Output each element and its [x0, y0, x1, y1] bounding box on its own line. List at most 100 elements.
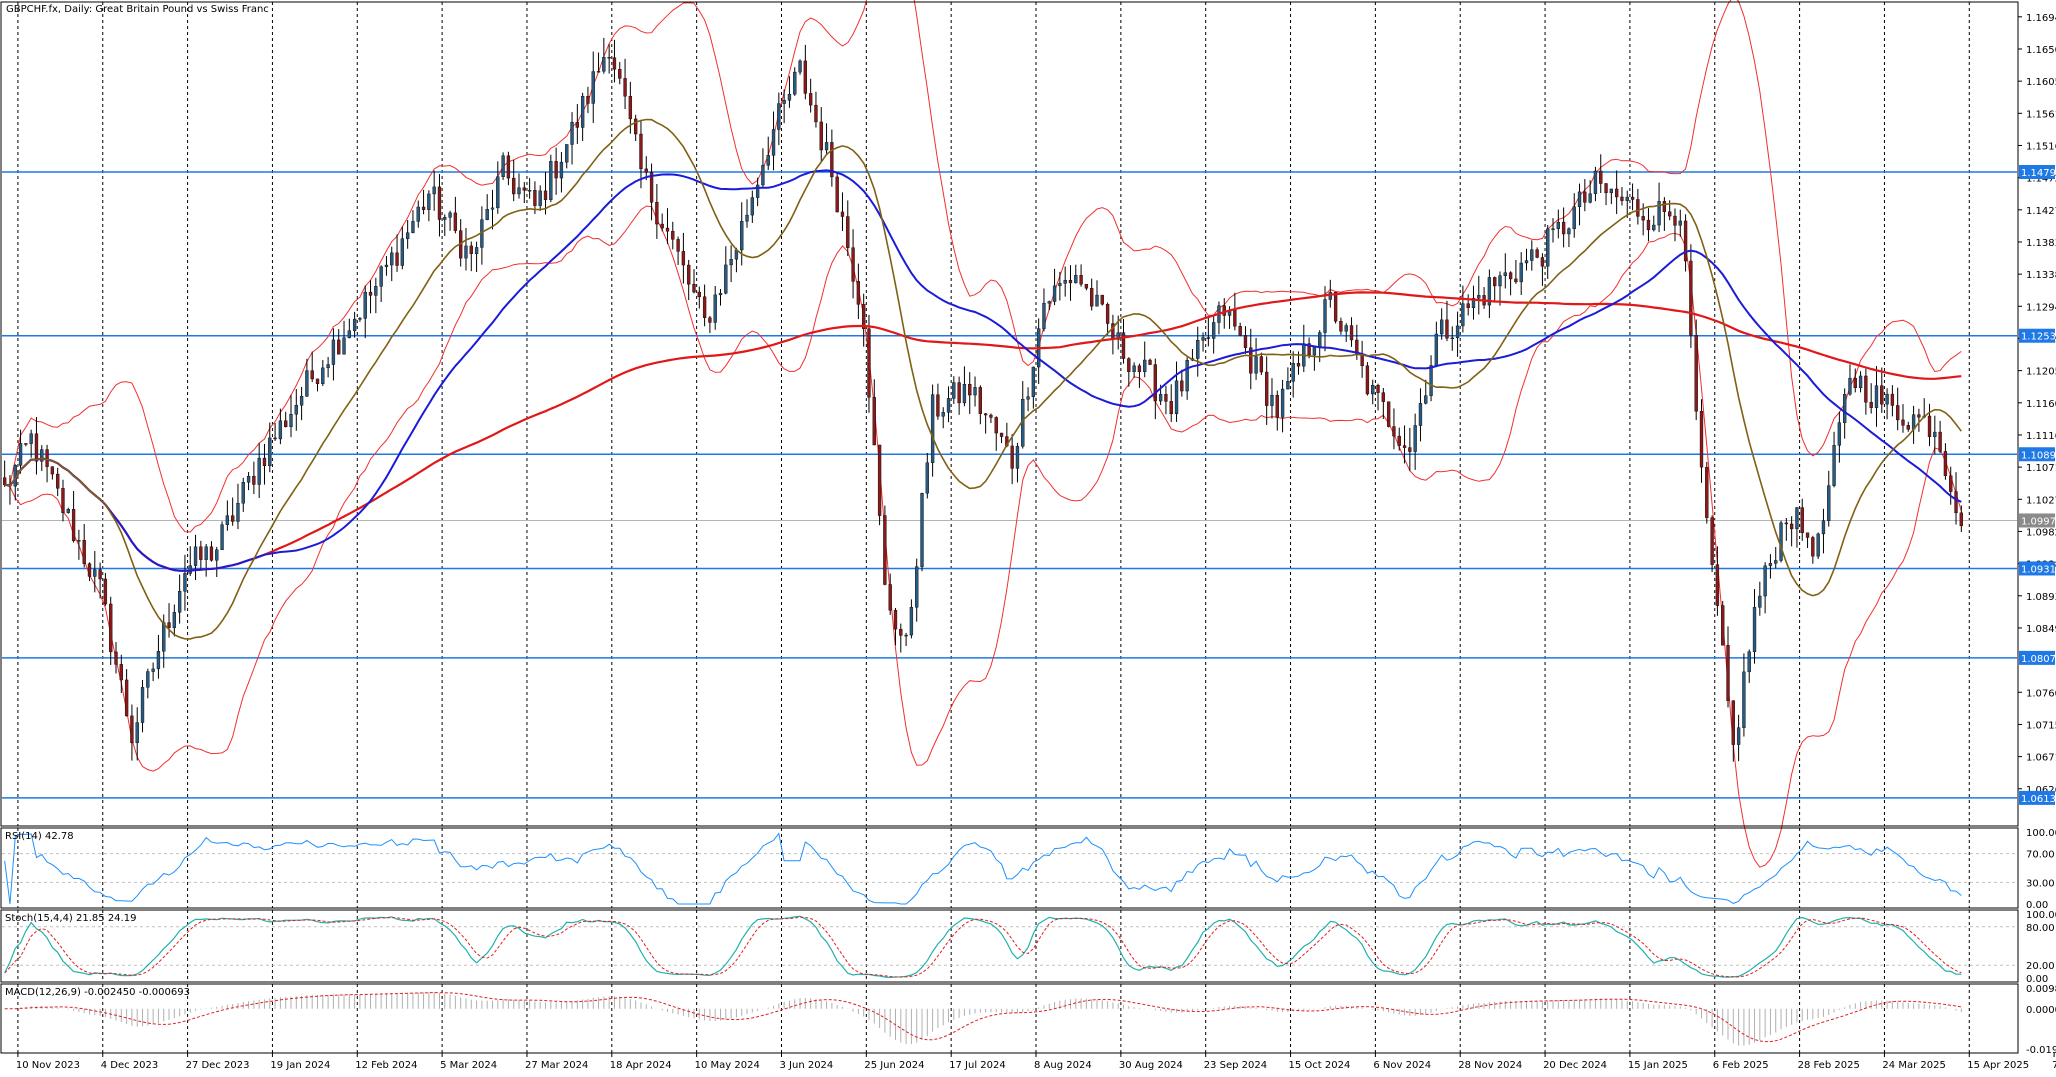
candle-body[interactable]: [745, 214, 749, 222]
candle-body[interactable]: [432, 186, 436, 195]
candle-body[interactable]: [464, 245, 468, 259]
candle-body[interactable]: [379, 266, 383, 287]
candle-body[interactable]: [777, 103, 781, 130]
candle-body[interactable]: [1577, 191, 1582, 208]
candle-body[interactable]: [1630, 196, 1635, 200]
candle-body[interactable]: [151, 668, 155, 672]
candle-body[interactable]: [268, 437, 272, 467]
candle-body[interactable]: [1259, 356, 1264, 373]
candle-body[interactable]: [856, 281, 861, 305]
candle-body[interactable]: [1132, 365, 1136, 372]
candle-body[interactable]: [1418, 403, 1423, 426]
candle-body[interactable]: [1837, 422, 1842, 446]
candle-body[interactable]: [554, 161, 558, 179]
candle-body[interactable]: [1620, 196, 1624, 201]
candle-body[interactable]: [1291, 362, 1295, 382]
candle-body[interactable]: [1954, 491, 1958, 514]
candle-body[interactable]: [957, 382, 961, 404]
candle-body[interactable]: [172, 612, 176, 628]
candle-body[interactable]: [1381, 392, 1385, 402]
candle-body[interactable]: [1731, 700, 1735, 745]
candle-body[interactable]: [1286, 381, 1290, 390]
candle-body[interactable]: [294, 404, 298, 415]
candle-body[interactable]: [840, 211, 845, 217]
candle-body[interactable]: [1174, 380, 1179, 415]
candle-body[interactable]: [851, 247, 855, 282]
candle-body[interactable]: [443, 217, 447, 220]
candle-body[interactable]: [124, 679, 129, 717]
candle-body[interactable]: [1413, 425, 1417, 452]
candle-body[interactable]: [326, 364, 330, 369]
candle-body[interactable]: [787, 93, 792, 101]
candle-body[interactable]: [1153, 364, 1157, 402]
candle-body[interactable]: [1222, 305, 1226, 316]
chart-canvas[interactable]: 1.16945 1.16500 1.16055 1.15610 1.15165 1.147…: [0, 0, 2056, 1073]
candle-body[interactable]: [177, 591, 182, 613]
candle-body[interactable]: [968, 384, 972, 396]
candle-body[interactable]: [1853, 377, 1857, 389]
candle-body[interactable]: [395, 252, 399, 266]
candle-body[interactable]: [411, 221, 415, 233]
candle-body[interactable]: [24, 443, 28, 445]
candle-body[interactable]: [1959, 512, 1963, 527]
candle-body[interactable]: [915, 566, 919, 608]
candle-body[interactable]: [1774, 560, 1778, 564]
candle-body[interactable]: [162, 622, 166, 652]
candle-body[interactable]: [225, 515, 230, 525]
candle-body[interactable]: [1556, 221, 1560, 229]
candle-body[interactable]: [321, 367, 325, 384]
candle-body[interactable]: [193, 546, 198, 566]
candle-body[interactable]: [671, 230, 675, 240]
candle-body[interactable]: [1079, 275, 1083, 285]
candle-body[interactable]: [1572, 206, 1576, 229]
candle-body[interactable]: [1843, 393, 1847, 423]
candle-body[interactable]: [231, 515, 235, 522]
candle-body[interactable]: [586, 96, 590, 104]
candle-body[interactable]: [1105, 304, 1110, 324]
candle-body[interactable]: [570, 122, 574, 145]
candle-body[interactable]: [1270, 394, 1274, 406]
candle-body[interactable]: [814, 104, 818, 123]
candle-body[interactable]: [1625, 196, 1629, 201]
candle-body[interactable]: [1349, 325, 1354, 341]
candle-body[interactable]: [1312, 346, 1317, 356]
candle-body[interactable]: [1275, 394, 1279, 418]
candle-body[interactable]: [1265, 371, 1269, 406]
candle-body[interactable]: [946, 398, 951, 413]
candle-body[interactable]: [1938, 431, 1942, 452]
candle-body[interactable]: [607, 57, 611, 59]
candle-body[interactable]: [93, 569, 97, 577]
candle-body[interactable]: [1360, 354, 1364, 367]
candle-body[interactable]: [1243, 335, 1248, 348]
candle-body[interactable]: [962, 384, 967, 404]
candle-body[interactable]: [1339, 321, 1343, 332]
candle-body[interactable]: [1699, 410, 1704, 468]
candle-body[interactable]: [246, 475, 251, 483]
candle-body[interactable]: [925, 462, 929, 494]
candle-body[interactable]: [496, 176, 500, 209]
candle-body[interactable]: [1710, 517, 1714, 565]
candle-body[interactable]: [1583, 191, 1587, 203]
candle-body[interactable]: [363, 291, 367, 319]
candle-body[interactable]: [1233, 309, 1237, 327]
candle-body[interactable]: [1010, 445, 1014, 469]
candle-body[interactable]: [119, 664, 123, 681]
candle-body[interactable]: [1201, 337, 1205, 341]
candle-body[interactable]: [771, 129, 776, 156]
candle-body[interactable]: [1196, 340, 1200, 359]
candle-body[interactable]: [1318, 332, 1322, 347]
candle-body[interactable]: [448, 212, 452, 218]
candle-body[interactable]: [1530, 249, 1534, 261]
candle-body[interactable]: [1047, 301, 1051, 304]
candle-body[interactable]: [512, 177, 516, 195]
candle-body[interactable]: [1026, 396, 1030, 400]
candle-body[interactable]: [405, 232, 410, 239]
candle-body[interactable]: [819, 121, 823, 151]
candle-body[interactable]: [846, 216, 850, 248]
candle-body[interactable]: [543, 190, 548, 200]
candle-body[interactable]: [639, 133, 643, 170]
candle-body[interactable]: [1185, 359, 1189, 392]
candle-body[interactable]: [1376, 385, 1380, 393]
candle-body[interactable]: [750, 197, 754, 216]
candle-body[interactable]: [1678, 220, 1682, 226]
